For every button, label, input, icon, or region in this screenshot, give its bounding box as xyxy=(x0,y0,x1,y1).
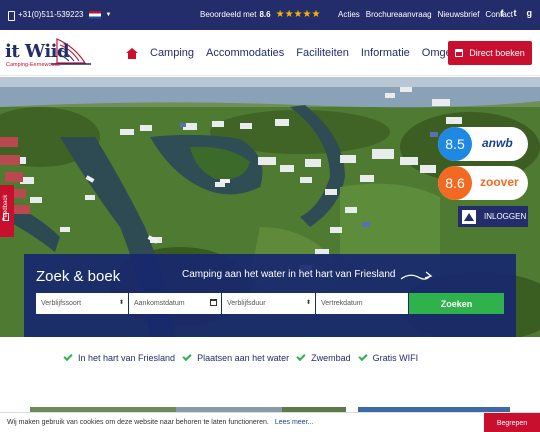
zoeken-button[interactable]: Zoeken xyxy=(409,293,504,314)
search-box: Zoek & boek Camping aan het water in het… xyxy=(24,254,516,337)
verblijfssoort-label: Verblijfssoort xyxy=(41,300,82,307)
cookie-bar: Wij maken gebruik van cookies om deze we… xyxy=(0,412,540,432)
nav-faciliteiten[interactable]: Faciliteiten xyxy=(296,47,349,59)
feedback-icon xyxy=(3,213,9,221)
link-brochureaanvraag[interactable]: Brochureaanvraag xyxy=(366,10,432,19)
logo[interactable]: it Wiid Camping-Eernewoude xyxy=(5,37,95,71)
twitter-icon[interactable]: t xyxy=(514,8,517,18)
star-rating-icon: ★★★★★ xyxy=(275,8,321,20)
calendar-icon xyxy=(210,299,217,306)
nav-camping[interactable]: Camping xyxy=(150,47,194,59)
main-nav: Camping Accommodaties Faciliteiten Infor… xyxy=(126,47,472,59)
cookie-more-link[interactable]: Lees meer... xyxy=(275,419,314,426)
check-icon xyxy=(182,351,192,362)
verblijfssoort-select[interactable]: Verblijfssoort ⬍ xyxy=(36,293,128,314)
wave-icon xyxy=(400,271,433,280)
top-bar: +31(0)511-539223 ▼ Beoordeeld met 8.6 ★★… xyxy=(0,0,540,30)
check-icon xyxy=(358,351,368,362)
login-label: INLOGGEN xyxy=(484,212,527,221)
search-tagline: Camping aan het water in het hart van Fr… xyxy=(182,269,396,280)
anwb-score: 8.5 xyxy=(438,127,472,161)
rating-prefix: Beoordeeld met xyxy=(200,10,257,19)
verblijfsduur-label: Verblijfsduur xyxy=(227,300,266,307)
usp-label: In het hart van Friesland xyxy=(78,353,176,363)
tent-icon xyxy=(462,209,476,224)
sort-arrows-icon: ⬍ xyxy=(305,300,311,306)
login-button[interactable]: INLOGGEN xyxy=(458,206,528,227)
google-plus-icon[interactable]: g xyxy=(527,8,533,18)
top-links: Acties Brochureaanvraag Nieuwsbrief Cont… xyxy=(338,10,513,19)
aankomstdatum-label: Aankomstdatum xyxy=(134,300,185,307)
anwb-logo-icon: anwb xyxy=(482,136,513,150)
cookie-text: Wij maken gebruik van cookies om deze we… xyxy=(7,419,269,426)
zoover-logo-icon: zoover xyxy=(480,175,519,189)
link-nieuwsbrief[interactable]: Nieuwsbrief xyxy=(438,10,480,19)
calendar-icon xyxy=(455,49,464,57)
search-title: Zoek & boek xyxy=(36,268,121,285)
phone-number: +31(0)511-539223 xyxy=(18,10,84,19)
usp-label: Gratis WIFI xyxy=(372,353,419,363)
aankomstdatum-input[interactable]: Aankomstdatum xyxy=(129,293,221,314)
usp-item: Zwembad xyxy=(296,351,351,363)
check-icon xyxy=(296,351,306,362)
facebook-icon[interactable]: f xyxy=(501,8,504,18)
check-icon xyxy=(63,351,73,362)
header: it Wiid Camping-Eernewoude Camping Accom… xyxy=(0,30,540,76)
usp-label: Zwembad xyxy=(311,353,351,363)
nav-accommodaties[interactable]: Accommodaties xyxy=(206,47,284,59)
vertrekdatum-label: Vertrekdatum xyxy=(321,300,363,307)
feedback-tab[interactable]: Feedback xyxy=(0,185,14,237)
usp-item: Plaatsen aan het water xyxy=(182,351,290,363)
phone-link[interactable]: +31(0)511-539223 ▼ xyxy=(7,10,111,21)
usp-item: In het hart van Friesland xyxy=(63,351,176,363)
usp-list: In het hart van Friesland Plaatsen aan h… xyxy=(63,351,419,363)
logo-subtitle: Camping-Eernewoude xyxy=(6,62,61,68)
chevron-down-icon[interactable]: ▼ xyxy=(105,12,111,18)
verblijfsduur-select[interactable]: Verblijfsduur ⬍ xyxy=(222,293,315,314)
anwb-rating-badge[interactable]: 8.5 anwb xyxy=(438,127,528,161)
search-fields: Verblijfssoort ⬍ Aankomstdatum Verblijfs… xyxy=(36,293,504,314)
zoover-score: 8.6 xyxy=(438,166,472,200)
direct-boeken-button[interactable]: Direct boeken xyxy=(448,41,532,65)
nav-informatie[interactable]: Informatie xyxy=(361,47,410,59)
direct-boeken-label: Direct boeken xyxy=(469,48,525,58)
home-icon[interactable] xyxy=(126,47,138,59)
rating: Beoordeeld met 8.6 ★★★★★ xyxy=(200,8,321,20)
flag-nl-icon[interactable] xyxy=(89,10,102,19)
usp-label: Plaatsen aan het water xyxy=(197,353,290,363)
social-links: f t g xyxy=(501,8,533,18)
cookie-message: Wij maken gebruik van cookies om deze we… xyxy=(7,419,313,426)
link-acties[interactable]: Acties xyxy=(338,10,360,19)
cookie-accept-button[interactable]: Begrepen xyxy=(484,413,540,432)
phone-icon xyxy=(7,10,15,21)
zoover-rating-badge[interactable]: 8.6 zoover xyxy=(438,166,528,200)
usp-item: Gratis WIFI xyxy=(358,351,419,363)
vertrekdatum-input[interactable]: Vertrekdatum xyxy=(316,293,408,314)
sort-arrows-icon: ⬍ xyxy=(118,300,124,306)
logo-wordmark: it Wiid xyxy=(5,41,70,62)
rating-value: 8.6 xyxy=(259,10,271,19)
